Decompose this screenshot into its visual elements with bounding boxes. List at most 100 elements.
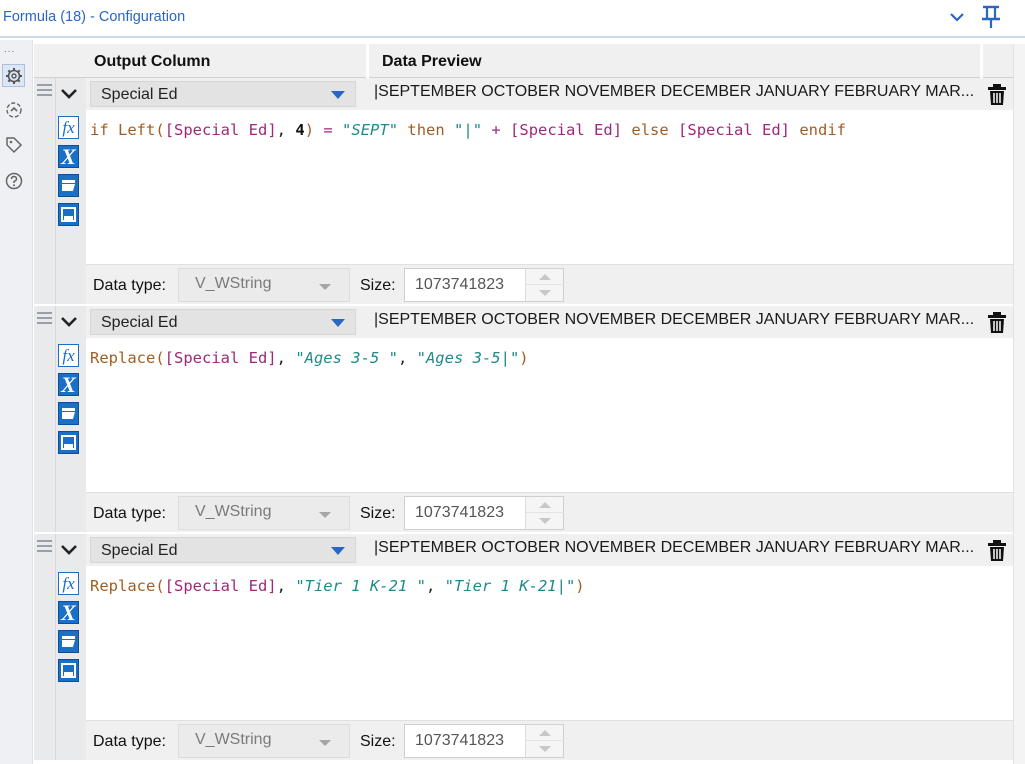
row-gutter xyxy=(34,534,56,760)
expr-token: , xyxy=(276,577,296,595)
data-type-select[interactable]: V_WString xyxy=(178,724,350,758)
expression-editor[interactable]: if Left([Special Ed], 4) = "SEPT" then "… xyxy=(86,110,1013,264)
row-gutter xyxy=(34,78,56,304)
size-input[interactable]: 1073741823 xyxy=(404,268,564,302)
expr-token: if xyxy=(90,121,109,139)
spinner-divider xyxy=(526,284,564,285)
variable-x-icon[interactable]: X xyxy=(58,144,79,169)
output-column-select[interactable]: Special Ed xyxy=(90,537,356,563)
expression-text[interactable]: Replace([Special Ed], "Ages 3-5 ", "Ages… xyxy=(90,349,529,367)
expression-text[interactable]: Replace([Special Ed], "Tier 1 K-21 ", "T… xyxy=(90,577,585,595)
spinner-down-icon[interactable] xyxy=(539,746,551,752)
trash-icon[interactable] xyxy=(986,538,1008,562)
expr-token: , xyxy=(276,349,296,367)
size-spinner[interactable] xyxy=(525,497,564,529)
expr-operator: = xyxy=(323,121,333,139)
caret-down-icon xyxy=(319,740,331,746)
row-gutter xyxy=(34,306,56,532)
output-column-select[interactable]: Special Ed xyxy=(90,309,356,335)
expr-token: ) xyxy=(519,349,529,367)
spinner-up-icon[interactable] xyxy=(539,502,551,508)
chevron-down-icon[interactable] xyxy=(58,82,80,104)
formula-header-row: Special Ed |SEPTEMBER OCTOBER NOVEMBER D… xyxy=(86,78,1013,110)
header-output-column[interactable]: Output Column xyxy=(94,44,210,78)
spinner-up-icon[interactable] xyxy=(539,730,551,736)
size-input[interactable]: 1073741823 xyxy=(404,724,564,758)
drag-handle-icon[interactable] xyxy=(37,84,52,98)
header-data-preview[interactable]: Data Preview xyxy=(382,44,482,78)
scrollbar[interactable] xyxy=(1013,44,1025,764)
size-value: 1073741823 xyxy=(415,504,504,521)
data-type-label: Data type: xyxy=(93,277,166,294)
data-type-select[interactable]: V_WString xyxy=(178,496,350,530)
expr-token xyxy=(333,121,342,139)
folder-open-icon[interactable] xyxy=(58,402,79,425)
expression-text[interactable]: if Left([Special Ed], 4) = "SEPT" then "… xyxy=(90,121,846,139)
variable-x-icon[interactable]: X xyxy=(58,600,79,625)
caret-down-icon xyxy=(331,91,345,99)
spinner-down-icon[interactable] xyxy=(539,290,551,296)
data-type-value: V_WString xyxy=(195,503,272,520)
expression-editor[interactable]: Replace([Special Ed], "Ages 3-5 ", "Ages… xyxy=(86,338,1013,492)
drag-handle-icon[interactable] xyxy=(37,312,52,326)
spinner-divider xyxy=(526,512,564,513)
help-tab[interactable] xyxy=(2,169,25,192)
tag-tab[interactable] xyxy=(2,133,25,156)
fx-icon[interactable]: fx xyxy=(58,572,79,595)
drag-handle-icon[interactable] xyxy=(37,540,52,554)
expr-field: [Special Ed] xyxy=(164,577,277,595)
data-type-label: Data type: xyxy=(93,733,166,750)
data-type-value: V_WString xyxy=(195,731,272,748)
rail-dots: ... xyxy=(4,44,16,55)
type-row: Data type: V_WString Size: 1073741823 xyxy=(86,264,1013,304)
header-divider-end xyxy=(980,44,983,78)
caret-down-icon xyxy=(319,284,331,290)
expr-string: "|" xyxy=(454,121,483,139)
expr-token: , xyxy=(397,349,417,367)
expr-field: [Special Ed] xyxy=(164,121,277,139)
config-tab[interactable] xyxy=(2,64,25,87)
grid-header: Output Column Data Preview xyxy=(34,44,1013,78)
expr-token: then xyxy=(398,121,455,139)
formula-block: Special Ed |SEPTEMBER OCTOBER NOVEMBER D… xyxy=(34,78,1013,304)
save-icon[interactable] xyxy=(58,431,79,454)
chevron-down-icon[interactable] xyxy=(948,8,966,26)
size-input[interactable]: 1073741823 xyxy=(404,496,564,530)
size-spinner[interactable] xyxy=(525,725,564,757)
output-column-select[interactable]: Special Ed xyxy=(90,81,356,107)
pin-icon[interactable] xyxy=(980,5,1002,29)
save-icon[interactable] xyxy=(58,203,79,226)
expr-token: ) xyxy=(304,121,324,139)
expr-token: , xyxy=(276,121,296,139)
output-column-value: Special Ed xyxy=(101,314,178,331)
trash-icon[interactable] xyxy=(986,82,1008,106)
expr-number: 4 xyxy=(295,121,305,139)
trash-icon[interactable] xyxy=(986,310,1008,334)
expr-token: ) xyxy=(575,577,585,595)
expression-editor[interactable]: Replace([Special Ed], "Tier 1 K-21 ", "T… xyxy=(86,566,1013,720)
spinner-down-icon[interactable] xyxy=(539,518,551,524)
formula-block: Special Ed |SEPTEMBER OCTOBER NOVEMBER D… xyxy=(34,534,1013,760)
save-icon[interactable] xyxy=(58,659,79,682)
chevron-down-icon[interactable] xyxy=(58,310,80,332)
spinner-up-icon[interactable] xyxy=(539,274,551,280)
expr-token: Replace( xyxy=(90,577,165,595)
data-preview: |SEPTEMBER OCTOBER NOVEMBER DECEMBER JAN… xyxy=(374,83,974,100)
caret-down-icon xyxy=(319,512,331,518)
fx-icon[interactable]: fx xyxy=(58,344,79,367)
size-spinner[interactable] xyxy=(525,269,564,301)
folder-open-icon[interactable] xyxy=(58,174,79,197)
chevron-down-icon[interactable] xyxy=(58,538,80,560)
size-label: Size: xyxy=(360,505,396,522)
folder-open-icon[interactable] xyxy=(58,630,79,653)
header-divider[interactable] xyxy=(366,44,369,78)
fx-icon[interactable]: fx xyxy=(58,116,79,139)
data-type-select[interactable]: V_WString xyxy=(178,268,350,302)
annotation-tab[interactable] xyxy=(2,98,25,121)
tag-icon xyxy=(5,136,22,153)
window-title: Formula (18) - Configuration xyxy=(3,9,186,25)
expr-field: [Special Ed] xyxy=(510,121,623,139)
type-row: Data type: V_WString Size: 1073741823 xyxy=(86,720,1013,760)
variable-x-icon[interactable]: X xyxy=(58,372,79,397)
expr-token: Left( xyxy=(118,121,165,139)
